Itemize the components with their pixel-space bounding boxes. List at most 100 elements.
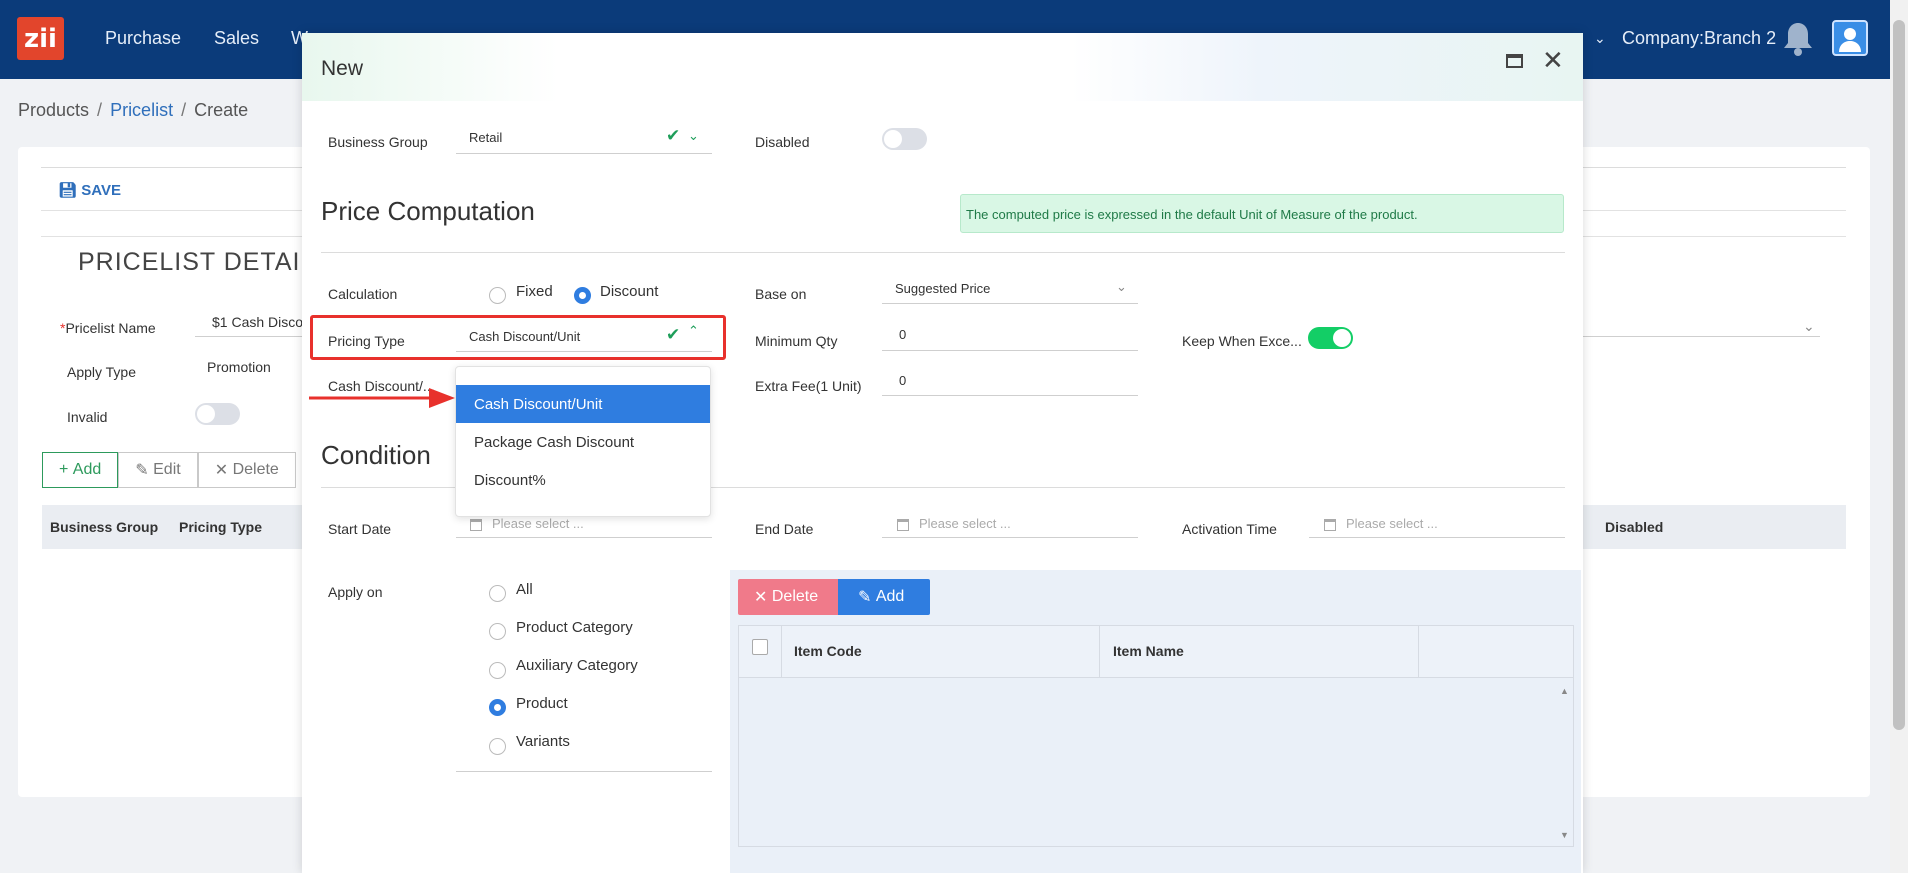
nav-sales[interactable]: Sales [214, 28, 259, 49]
scrollbar-thumb[interactable] [1893, 20, 1905, 730]
apply-type-label: Apply Type [67, 364, 137, 380]
radio-product-label[interactable]: Product [516, 695, 568, 712]
invalid-toggle[interactable] [195, 403, 240, 425]
radio-product[interactable] [489, 699, 506, 716]
breadcrumb-products[interactable]: Products [18, 100, 89, 120]
radio-product-category[interactable] [489, 623, 506, 640]
radio-auxiliary-category[interactable] [489, 662, 506, 679]
pencil-icon: ✎ [135, 462, 154, 479]
edit-icon: ✎ [858, 589, 876, 606]
app-logo[interactable]: zii [17, 17, 64, 60]
add-button[interactable]: + Add [42, 452, 119, 488]
close-icon[interactable]: ✕ [1542, 47, 1564, 73]
divider [321, 252, 1565, 253]
pricelist-name-input[interactable]: $1 Cash Discou [212, 314, 311, 330]
section-title: PRICELIST DETAIL [78, 248, 316, 276]
field-underline [882, 537, 1138, 538]
disabled-toggle[interactable] [882, 128, 927, 150]
end-date-label: End Date [755, 521, 814, 537]
chevron-down-icon[interactable]: ⌄ [1803, 318, 1815, 335]
activation-time-label: Activation Time [1182, 521, 1277, 537]
start-date-label: Start Date [328, 521, 392, 537]
keep-when-exceed-toggle[interactable] [1308, 327, 1353, 349]
dialog-title: New [321, 57, 364, 80]
keep-when-exceed-label: Keep When Exce... [1182, 333, 1302, 349]
edit-button[interactable]: ✎ Edit [118, 452, 198, 488]
plus-icon: + [59, 461, 73, 478]
radio-variants[interactable] [489, 738, 506, 755]
pricing-type-dropdown: Cash Discount/Unit Package Cash Discount… [455, 366, 711, 517]
field-underline [1309, 537, 1565, 538]
business-group-label: Business Group [328, 134, 428, 150]
field-underline [882, 395, 1138, 396]
breadcrumb-create: Create [194, 100, 249, 120]
invalid-label: Invalid [67, 409, 108, 425]
end-date-input[interactable]: Please select ... [919, 516, 1011, 531]
column-business-group: Business Group [50, 519, 159, 535]
column-item-name: Item Name [1113, 643, 1184, 659]
scroll-down-icon[interactable]: ▼ [1560, 830, 1569, 840]
radio-variants-label[interactable]: Variants [516, 733, 570, 750]
column-separator [781, 626, 782, 677]
option-discount-percent[interactable]: Discount% [456, 461, 710, 499]
column-disabled: Disabled [1605, 519, 1664, 535]
company-selector[interactable]: Company:Branch 2 [1622, 28, 1776, 49]
start-date-input[interactable]: Please select ... [492, 516, 584, 531]
check-icon: ✔ [666, 126, 681, 145]
radio-fixed-label[interactable]: Fixed [516, 283, 553, 300]
apply-type-select[interactable]: Promotion [207, 359, 271, 375]
save-button[interactable]: 💾︎ SAVE [58, 181, 121, 199]
pricing-type-highlight [310, 315, 726, 360]
nav-purchase[interactable]: Purchase [105, 28, 181, 49]
info-message: The computed price is expressed in the d… [960, 194, 1564, 233]
minimum-qty-label: Minimum Qty [755, 333, 838, 349]
toolbar: + Add ✎ Edit ✕ Delete [42, 452, 296, 488]
breadcrumb-pricelist[interactable]: Pricelist [110, 100, 173, 120]
scroll-up-icon[interactable]: ▲ [1560, 686, 1569, 696]
base-on-select[interactable]: Suggested Price [895, 281, 990, 296]
pointer-arrow-icon [309, 388, 455, 408]
radio-all-label[interactable]: All [516, 581, 533, 598]
condition-title: Condition [321, 440, 431, 470]
extra-fee-input[interactable]: 0 [899, 373, 906, 388]
chevron-down-icon[interactable]: ⌄ [1594, 30, 1606, 47]
radio-discount-label[interactable]: Discount [600, 283, 658, 300]
business-group-select[interactable]: Retail [469, 130, 502, 145]
column-pricing-type: Pricing Type [179, 519, 262, 535]
radio-fixed[interactable] [489, 287, 506, 304]
select-all-checkbox[interactable] [752, 639, 768, 655]
grid-add-button[interactable]: ✎ Add [838, 579, 930, 615]
breadcrumb: Products / Pricelist / Create [18, 100, 249, 120]
radio-all[interactable] [489, 585, 506, 602]
option-cash-discount-unit[interactable]: Cash Discount/Unit [456, 385, 710, 423]
delete-button[interactable]: ✕ Delete [197, 452, 296, 488]
pricelist-name-label: *Pricelist Name [60, 320, 156, 336]
activation-time-input[interactable]: Please select ... [1346, 516, 1438, 531]
radio-discount[interactable] [574, 287, 591, 304]
chevron-down-icon[interactable]: ⌄ [1116, 279, 1127, 295]
option-package-cash-discount[interactable]: Package Cash Discount [456, 423, 710, 461]
calculation-label: Calculation [328, 286, 398, 302]
minimum-qty-input[interactable]: 0 [899, 327, 906, 342]
apply-on-label: Apply on [328, 584, 383, 600]
radio-auxiliary-category-label[interactable]: Auxiliary Category [516, 657, 638, 674]
base-on-label: Base on [755, 286, 807, 302]
column-item-code: Item Code [794, 643, 862, 659]
column-separator [1418, 626, 1419, 677]
user-avatar-icon[interactable] [1832, 20, 1868, 56]
radio-product-category-label[interactable]: Product Category [516, 619, 633, 636]
calendar-icon [1324, 519, 1336, 531]
disabled-label: Disabled [755, 134, 810, 150]
field-underline [456, 537, 712, 538]
column-separator [1099, 626, 1100, 677]
price-computation-title: Price Computation [321, 196, 535, 226]
field-underline [456, 153, 712, 154]
bell-icon[interactable] [1779, 18, 1817, 58]
field-underline [882, 303, 1138, 304]
dialog-header [302, 33, 1583, 101]
calendar-icon [897, 519, 909, 531]
maximize-icon[interactable] [1506, 54, 1523, 68]
chevron-down-icon[interactable]: ⌄ [688, 128, 699, 144]
grid-delete-button[interactable]: ✕ Delete [738, 579, 839, 615]
extra-fee-label: Extra Fee(1 Unit) [755, 378, 862, 394]
